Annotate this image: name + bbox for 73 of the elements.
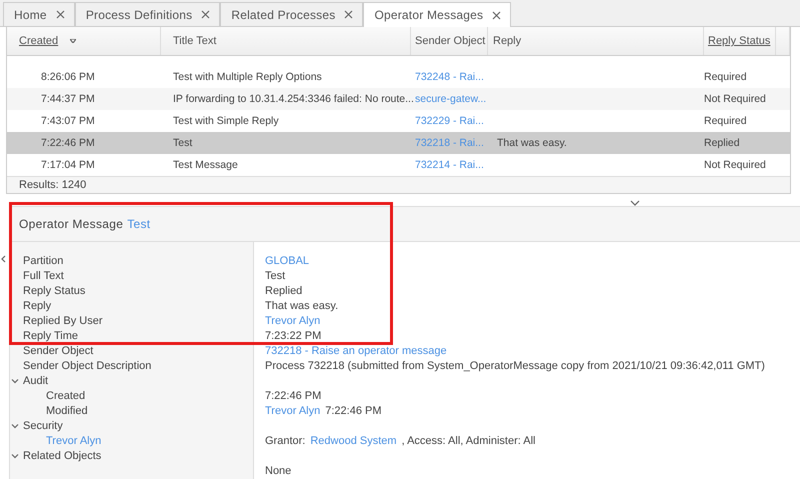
table-row[interactable]: 7:44:37 PM IP forwarding to 10.31.4.254:3346 failed: No route...secure-gatew... Not Required bbox=[7, 88, 790, 110]
link[interactable]: Trevor Alyn bbox=[265, 314, 320, 326]
table-cell: 7:43:07 PM bbox=[41, 115, 95, 127]
field-value: Grantor: bbox=[265, 434, 306, 446]
close-icon bbox=[344, 10, 354, 19]
table-cell: Not Required bbox=[704, 159, 766, 171]
close-button[interactable] bbox=[492, 10, 502, 20]
field-value: That was easy. bbox=[265, 300, 338, 312]
table-cell: Not Required bbox=[704, 93, 766, 105]
section-toggle[interactable]: Audit bbox=[11, 374, 48, 386]
link[interactable]: Trevor Alyn bbox=[265, 404, 320, 416]
close-icon bbox=[492, 10, 502, 20]
close-icon bbox=[56, 10, 65, 19]
field-label: Reply Status bbox=[23, 284, 86, 296]
field-value: , Access: All, Administer: All bbox=[402, 434, 536, 446]
close-button[interactable] bbox=[201, 10, 210, 19]
table-cell: That was easy. bbox=[497, 137, 567, 149]
field-label: Reply bbox=[23, 300, 52, 312]
section-toggle[interactable]: Security bbox=[11, 420, 63, 432]
field-value: Process 732218 (submitted from System_OperatorMessage copy from 2021/10/21 09:36:42,011 GMT) bbox=[265, 360, 765, 372]
tab[interactable]: Home bbox=[3, 2, 75, 26]
chevron-left-icon bbox=[1, 255, 6, 263]
table-cell: 8:26:06 PM bbox=[41, 71, 95, 83]
chevron-down-icon bbox=[11, 452, 19, 460]
link[interactable]: 732229 - Rai... bbox=[415, 115, 484, 127]
table-cell: 7:44:37 PM bbox=[41, 93, 95, 105]
close-icon bbox=[201, 10, 210, 19]
column-header[interactable]: Sender Object bbox=[411, 27, 488, 55]
link[interactable]: Redwood System bbox=[310, 434, 397, 446]
tab[interactable]: Process Definitions bbox=[74, 2, 220, 26]
field-label: Reply Time bbox=[23, 330, 78, 342]
field-value: 7:22:46 PM bbox=[265, 390, 322, 402]
field-value: Replied bbox=[265, 284, 302, 296]
panel-title: Operator Message bbox=[19, 217, 124, 231]
column-header[interactable]: Created bbox=[7, 27, 161, 55]
link[interactable]: 732248 - Rai... bbox=[415, 71, 484, 83]
table-row[interactable]: 7:22:46 PM Test 732218 - Rai... That was easy. Replied bbox=[7, 132, 790, 154]
column-header[interactable]: Reply Status bbox=[704, 27, 776, 55]
table-cell: Required bbox=[704, 71, 747, 83]
results-count: Results: 1240 bbox=[19, 179, 86, 191]
field-value: 7:23:22 PM bbox=[265, 330, 322, 342]
field-value: Test bbox=[265, 270, 286, 282]
table-cell: Test Message bbox=[173, 159, 238, 171]
table-cell: Test with Multiple Reply Options bbox=[173, 71, 322, 83]
field-label: Sender Object bbox=[23, 344, 94, 356]
field-label: Replied By User bbox=[23, 314, 102, 326]
tab[interactable]: Operator Messages bbox=[363, 2, 512, 27]
field-label: Modified bbox=[46, 404, 88, 416]
field-label: Created bbox=[46, 390, 86, 402]
link[interactable]: GLOBAL bbox=[265, 254, 310, 266]
field-label: Full Text bbox=[23, 270, 64, 282]
table-cell: Replied bbox=[704, 137, 740, 149]
table-cell: Test bbox=[173, 137, 192, 149]
field-label: Sender Object Description bbox=[23, 360, 152, 372]
tab[interactable]: Related Processes bbox=[220, 2, 364, 26]
chevron-down-icon bbox=[630, 200, 640, 206]
chevron-down-icon bbox=[11, 422, 19, 430]
table-cell: Test with Simple Reply bbox=[173, 115, 279, 127]
close-button[interactable] bbox=[344, 10, 354, 19]
link[interactable]: 732218 - Raise an operator message bbox=[265, 344, 447, 356]
chevron-down-icon bbox=[11, 376, 19, 384]
field-value: None bbox=[265, 464, 292, 476]
table-cell: 7:22:46 PM bbox=[41, 137, 95, 149]
close-button[interactable] bbox=[56, 10, 65, 19]
column-header[interactable]: Reply bbox=[488, 27, 704, 55]
table-cell: 7:17:04 PM bbox=[41, 159, 95, 171]
table-cell: IP forwarding to 10.31.4.254:3346 failed: No route... bbox=[173, 93, 414, 105]
section-toggle[interactable]: Related Objects bbox=[11, 450, 102, 462]
field-label: Partition bbox=[23, 254, 64, 266]
link[interactable]: 732214 - Rai... bbox=[415, 159, 484, 171]
column-header[interactable]: Title Text bbox=[161, 27, 411, 55]
table-cell: Required bbox=[704, 115, 747, 127]
field-value: 7:22:46 PM bbox=[325, 404, 382, 416]
